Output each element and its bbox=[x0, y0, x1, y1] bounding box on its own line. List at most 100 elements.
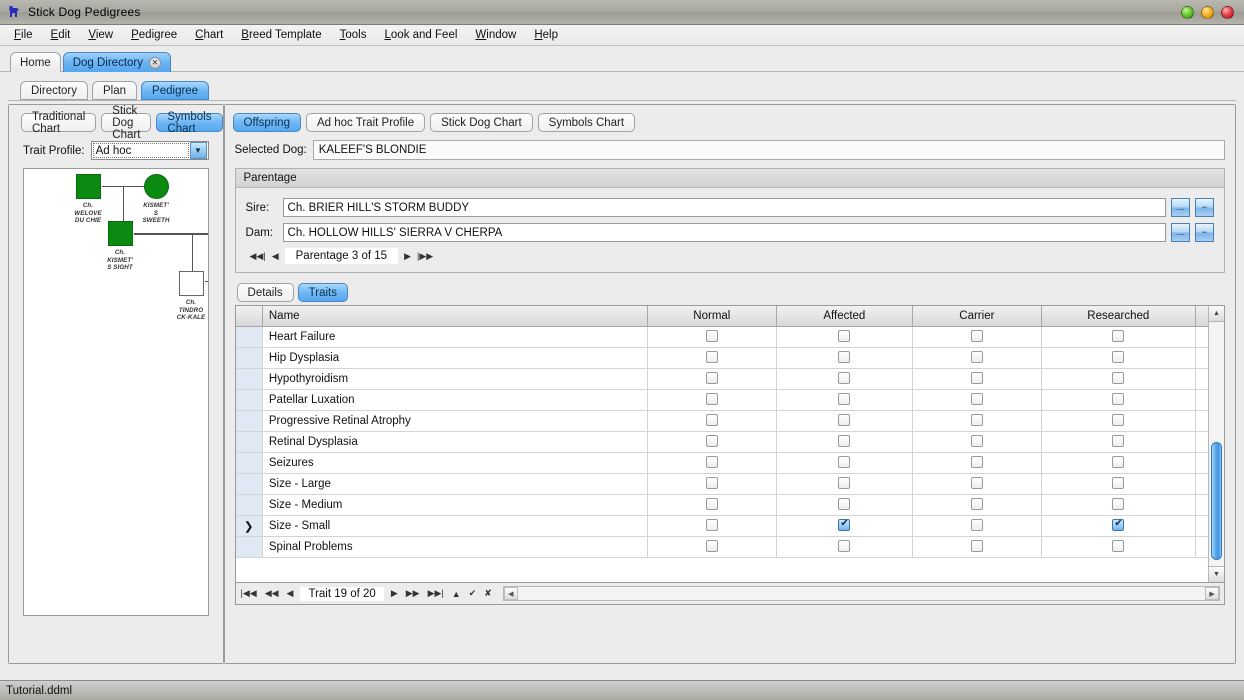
checkbox-affected[interactable] bbox=[838, 351, 850, 363]
window-tab-dog-directory[interactable]: Dog Directory ✕ bbox=[63, 52, 171, 72]
insert-trait-icon[interactable]: ▲ bbox=[451, 589, 462, 599]
checkbox-carrier[interactable] bbox=[971, 456, 983, 468]
next-page-trait-icon[interactable]: ▶▶ bbox=[405, 588, 421, 599]
first-record-icon[interactable]: ◀◀| bbox=[250, 251, 266, 262]
checkbox-carrier[interactable] bbox=[971, 435, 983, 447]
pedigree-canvas[interactable]: Ch.WELOVEDU CHIE KISMET'SSWEETH Ch. KEN-… bbox=[23, 168, 209, 616]
next-trait-icon[interactable]: ▶ bbox=[390, 588, 399, 599]
checkbox-researched[interactable] bbox=[1112, 477, 1124, 489]
tab-pedigree[interactable]: Pedigree bbox=[141, 81, 209, 100]
checkbox-normal[interactable] bbox=[706, 435, 718, 447]
menu-help[interactable]: Help bbox=[526, 27, 566, 43]
window-tab-home[interactable]: Home bbox=[10, 52, 61, 72]
cell-carrier[interactable] bbox=[912, 368, 1041, 389]
cell-carrier[interactable] bbox=[912, 494, 1041, 515]
menu-edit[interactable]: Edit bbox=[43, 27, 79, 43]
cell-normal[interactable] bbox=[647, 494, 776, 515]
cell-researched[interactable] bbox=[1041, 473, 1195, 494]
traits-vertical-scrollbar[interactable]: ▲ ▼ bbox=[1208, 306, 1224, 582]
scroll-thumb[interactable] bbox=[1211, 442, 1222, 560]
cell-affected[interactable] bbox=[776, 389, 912, 410]
scroll-down-icon[interactable]: ▼ bbox=[1209, 566, 1224, 582]
cell-carrier[interactable] bbox=[912, 347, 1041, 368]
cell-researched[interactable] bbox=[1041, 515, 1195, 536]
cell-researched[interactable] bbox=[1041, 347, 1195, 368]
dam-field[interactable]: Ch. HOLLOW HILLS' SIERRA V CHERPA bbox=[283, 223, 1167, 242]
cell-researched[interactable] bbox=[1041, 368, 1195, 389]
checkbox-affected[interactable] bbox=[838, 330, 850, 342]
cell-normal[interactable] bbox=[647, 410, 776, 431]
checkbox-affected[interactable] bbox=[838, 519, 850, 531]
tab-offspring[interactable]: Offspring bbox=[233, 113, 301, 132]
cell-affected[interactable] bbox=[776, 536, 912, 557]
table-row[interactable]: Retinal Dysplasia bbox=[236, 431, 1225, 452]
previous-record-icon[interactable]: ◀ bbox=[272, 251, 279, 262]
prev-page-trait-icon[interactable]: ◀◀ bbox=[264, 588, 280, 599]
cell-normal[interactable] bbox=[647, 431, 776, 452]
checkbox-carrier[interactable] bbox=[971, 414, 983, 426]
cell-researched[interactable] bbox=[1041, 494, 1195, 515]
menu-pedigree[interactable]: Pedigree bbox=[123, 27, 185, 43]
table-row[interactable]: Size - Large bbox=[236, 473, 1225, 494]
tab-traditional-chart[interactable]: Traditional Chart bbox=[21, 113, 96, 132]
tab-traits[interactable]: Traits bbox=[298, 283, 348, 302]
cell-affected[interactable] bbox=[776, 473, 912, 494]
tab-details[interactable]: Details bbox=[237, 283, 294, 302]
scroll-right-icon[interactable]: ▶ bbox=[1205, 587, 1219, 600]
tab-ad-hoc-trait-profile[interactable]: Ad hoc Trait Profile bbox=[306, 113, 425, 132]
sire-field[interactable]: Ch. BRIER HILL'S STORM BUDDY bbox=[283, 198, 1167, 217]
menu-file[interactable]: File bbox=[6, 27, 41, 43]
checkbox-researched[interactable] bbox=[1112, 393, 1124, 405]
menu-breed-template[interactable]: Breed Template bbox=[233, 27, 329, 43]
column-header-carrier[interactable]: Carrier bbox=[912, 306, 1041, 326]
checkbox-normal[interactable] bbox=[706, 393, 718, 405]
checkbox-researched[interactable] bbox=[1112, 435, 1124, 447]
cell-normal[interactable] bbox=[647, 347, 776, 368]
checkbox-affected[interactable] bbox=[838, 498, 850, 510]
checkbox-researched[interactable] bbox=[1112, 498, 1124, 510]
table-row[interactable]: Hip Dysplasia bbox=[236, 347, 1225, 368]
cell-normal[interactable] bbox=[647, 473, 776, 494]
close-button[interactable] bbox=[1221, 6, 1234, 19]
cell-carrier[interactable] bbox=[912, 536, 1041, 557]
column-header-normal[interactable]: Normal bbox=[647, 306, 776, 326]
checkbox-affected[interactable] bbox=[838, 435, 850, 447]
tab-plan[interactable]: Plan bbox=[92, 81, 137, 100]
dam-remove-button[interactable]: − bbox=[1195, 223, 1214, 242]
checkbox-normal[interactable] bbox=[706, 330, 718, 342]
checkbox-carrier[interactable] bbox=[971, 372, 983, 384]
cell-researched[interactable] bbox=[1041, 452, 1195, 473]
checkbox-researched[interactable] bbox=[1112, 456, 1124, 468]
checkbox-normal[interactable] bbox=[706, 414, 718, 426]
tab-symbols-chart[interactable]: Symbols Chart bbox=[156, 113, 222, 132]
dam-browse-button[interactable]: ... bbox=[1171, 223, 1190, 242]
pedigree-node-circle[interactable] bbox=[144, 174, 169, 199]
column-header-affected[interactable]: Affected bbox=[776, 306, 912, 326]
checkbox-affected[interactable] bbox=[838, 456, 850, 468]
cell-normal[interactable] bbox=[647, 368, 776, 389]
cell-researched[interactable] bbox=[1041, 326, 1195, 347]
checkbox-affected[interactable] bbox=[838, 372, 850, 384]
checkbox-normal[interactable] bbox=[706, 477, 718, 489]
next-record-icon[interactable]: ▶ bbox=[404, 251, 411, 262]
checkbox-researched[interactable] bbox=[1112, 519, 1124, 531]
cell-researched[interactable] bbox=[1041, 431, 1195, 452]
checkbox-carrier[interactable] bbox=[971, 393, 983, 405]
menu-view[interactable]: View bbox=[80, 27, 121, 43]
menu-window[interactable]: Window bbox=[467, 27, 524, 43]
table-row[interactable]: Spinal Problems bbox=[236, 536, 1225, 557]
sire-remove-button[interactable]: − bbox=[1195, 198, 1214, 217]
table-row[interactable]: Hypothyroidism bbox=[236, 368, 1225, 389]
checkbox-affected[interactable] bbox=[838, 414, 850, 426]
checkbox-normal[interactable] bbox=[706, 519, 718, 531]
pedigree-node-square[interactable] bbox=[179, 271, 204, 296]
pedigree-node-square[interactable] bbox=[76, 174, 101, 199]
checkbox-normal[interactable] bbox=[706, 456, 718, 468]
column-header-name[interactable]: Name bbox=[262, 306, 647, 326]
tab-stick-dog-chart[interactable]: Stick Dog Chart bbox=[101, 113, 151, 132]
cell-carrier[interactable] bbox=[912, 473, 1041, 494]
scroll-track[interactable] bbox=[1209, 322, 1224, 566]
cell-normal[interactable] bbox=[647, 515, 776, 536]
table-row[interactable]: Seizures bbox=[236, 452, 1225, 473]
commit-icon[interactable]: ✔ bbox=[468, 588, 478, 599]
